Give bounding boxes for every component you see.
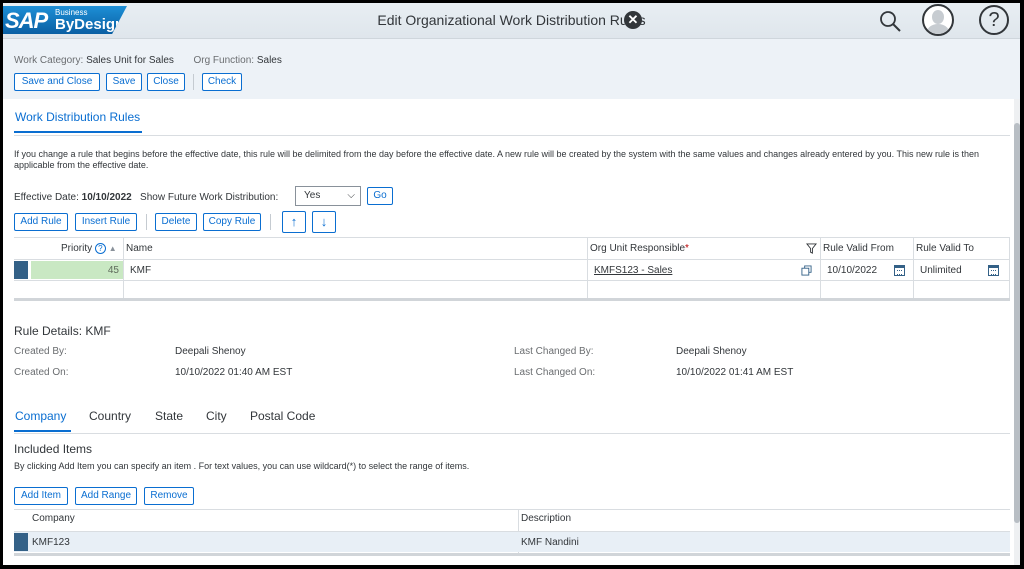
tab-state[interactable]: State: [155, 409, 183, 423]
delete-button[interactable]: Delete: [155, 213, 197, 231]
valid-from-value[interactable]: 10/10/2022: [827, 265, 877, 276]
add-rule-button[interactable]: Add Rule: [14, 213, 68, 231]
move-down-button[interactable]: ↓: [312, 211, 336, 233]
last-changed-on-value: 10/10/2022 01:41 AM EST: [676, 367, 794, 378]
help-icon[interactable]: ?: [979, 5, 1009, 35]
work-category-value: Sales Unit for Sales: [86, 55, 174, 66]
info-text: If you change a rule that begins before …: [14, 149, 980, 170]
created-on-value: 10/10/2022 01:40 AM EST: [175, 367, 293, 378]
show-future-value: Yes: [304, 190, 321, 201]
add-range-button[interactable]: Add Range: [75, 487, 137, 505]
column-header-valid-to[interactable]: Rule Valid To: [916, 243, 974, 254]
save-and-close-button[interactable]: Save and Close: [14, 73, 100, 91]
included-items-title: Included Items: [14, 442, 93, 456]
app-window: SAP Business ByDesign Edit Organizationa…: [3, 3, 1020, 565]
check-button[interactable]: Check: [202, 73, 242, 91]
table-footer-bar: [14, 298, 1010, 301]
tab-underline: [14, 131, 142, 133]
close-button[interactable]: Close: [147, 73, 185, 91]
rule-details-title: Rule Details: KMF: [14, 324, 111, 338]
user-avatar-icon[interactable]: [922, 4, 954, 36]
object-header: Work Category: Sales Unit for Sales Org …: [3, 39, 1020, 99]
required-mark: *: [685, 243, 689, 254]
column-header-company[interactable]: Company: [32, 513, 75, 524]
org-unit-header-label: Org Unit Responsible: [590, 243, 686, 254]
header-meta: Work Category: Sales Unit for Sales Org …: [14, 55, 282, 66]
valid-to-value[interactable]: Unlimited: [920, 265, 962, 276]
last-changed-by-label: Last Changed By:: [514, 346, 594, 357]
last-changed-by-value: Deepali Shenoy: [676, 346, 747, 357]
show-future-select[interactable]: Yes ⌵: [295, 186, 361, 206]
chevron-down-icon: ⌵: [347, 190, 355, 201]
rule-name-value[interactable]: KMF: [130, 265, 151, 276]
column-header-priority[interactable]: Priority ? ▲: [61, 243, 117, 254]
toolbar-separator: [146, 214, 147, 230]
divider: [14, 433, 1010, 434]
effective-date-row: Effective Date: 10/10/2022 Show Future W…: [14, 192, 278, 203]
add-item-button[interactable]: Add Item: [14, 487, 68, 505]
table-row[interactable]: [14, 532, 1010, 552]
tab-company[interactable]: Company: [15, 409, 66, 423]
insert-rule-button[interactable]: Insert Rule: [75, 213, 137, 231]
effective-date-value: 10/10/2022: [81, 192, 132, 203]
column-header-name[interactable]: Name: [126, 243, 153, 254]
last-changed-on-label: Last Changed On:: [514, 367, 596, 378]
table-footer-bar: [14, 553, 1010, 556]
included-items-info: By clicking Add Item you can specify an …: [14, 461, 470, 471]
active-tab-underline: [14, 430, 71, 432]
tab-postal-code[interactable]: Postal Code: [250, 409, 315, 423]
value-help-icon[interactable]: [801, 265, 812, 276]
help-icon[interactable]: ?: [94, 243, 106, 254]
copy-rule-button[interactable]: Copy Rule: [203, 213, 261, 231]
created-by-label: Created By:: [14, 346, 67, 357]
page-title: Edit Organizational Work Distribution Ru…: [377, 12, 646, 28]
tab-work-distribution-rules[interactable]: Work Distribution Rules: [15, 110, 140, 124]
close-icon[interactable]: ✕: [624, 11, 642, 29]
org-unit-link[interactable]: KMFS123 - Sales: [594, 265, 672, 276]
description-value: KMF Nandini: [521, 537, 579, 548]
created-on-label: Created On:: [14, 367, 69, 378]
org-function-label: Org Function:: [193, 55, 255, 66]
column-header-description[interactable]: Description: [521, 513, 571, 524]
calendar-icon[interactable]: [894, 265, 905, 276]
created-by-value: Deepali Shenoy: [175, 346, 246, 357]
toolbar-separator: [270, 214, 271, 230]
column-header-org-unit[interactable]: Org Unit Responsible*: [590, 243, 820, 254]
show-future-label: Show Future Work Distribution:: [140, 192, 279, 203]
shell-bar: SAP Business ByDesign Edit Organizationa…: [3, 3, 1020, 39]
toolbar-separator: [193, 74, 194, 90]
filter-icon[interactable]: [806, 243, 817, 254]
priority-value: 45: [107, 265, 119, 276]
calendar-icon[interactable]: [988, 265, 999, 276]
work-category-label: Work Category:: [14, 55, 84, 66]
go-button[interactable]: Go: [367, 187, 393, 205]
company-value[interactable]: KMF123: [32, 537, 70, 548]
scrollbar-thumb[interactable]: [1014, 123, 1020, 523]
tab-country[interactable]: Country: [89, 409, 131, 423]
move-up-button[interactable]: ↑: [282, 211, 306, 233]
divider: [14, 135, 1010, 136]
remove-button[interactable]: Remove: [144, 487, 194, 505]
save-button[interactable]: Save: [106, 73, 142, 91]
column-header-valid-from[interactable]: Rule Valid From: [823, 243, 894, 254]
priority-header-label: Priority: [61, 243, 93, 254]
sort-ascending-icon: ▲: [108, 244, 117, 253]
search-icon[interactable]: [878, 9, 902, 33]
effective-date-label: Effective Date:: [14, 192, 79, 203]
row-selector[interactable]: [14, 261, 28, 279]
row-selector[interactable]: [14, 533, 28, 551]
org-function-value: Sales: [256, 55, 282, 66]
tab-city[interactable]: City: [206, 409, 227, 423]
